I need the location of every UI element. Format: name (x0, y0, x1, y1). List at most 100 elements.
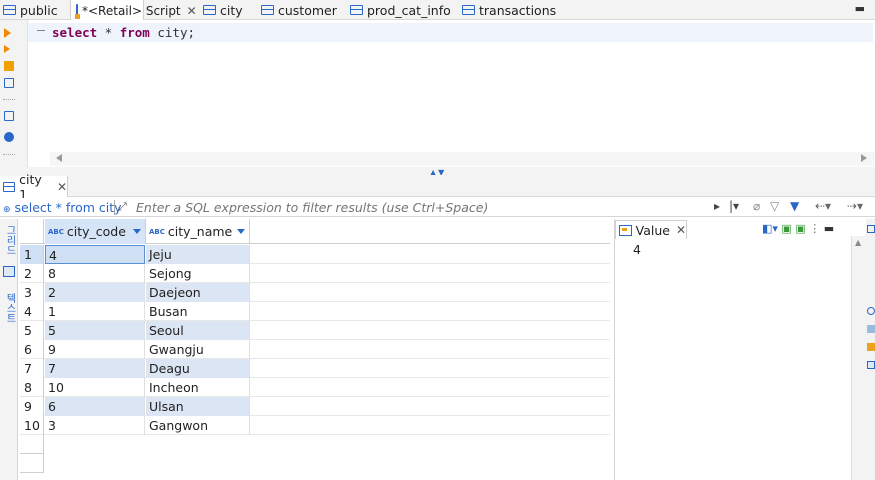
chart-icon[interactable] (867, 343, 875, 351)
table-row[interactable]: 9 6 Ulsan (20, 397, 610, 416)
selected-cell-value[interactable]: 4 (633, 242, 641, 257)
close-icon[interactable]: ✕ (187, 4, 197, 18)
panel-splitter[interactable]: ▲▼ (0, 167, 875, 177)
tab-public[interactable]: public (3, 0, 58, 20)
cell-city-code[interactable]: 6 (45, 397, 145, 416)
grid-settings-icon[interactable] (867, 325, 875, 333)
close-icon[interactable]: ✕ (676, 223, 686, 237)
save-to-file-icon[interactable]: ▣ (795, 222, 805, 235)
minimize-icon[interactable]: ▬ (855, 2, 865, 15)
scroll-left-icon[interactable] (56, 154, 62, 162)
table-row[interactable]: 1 4 Jeju (20, 245, 610, 264)
sort-dropdown-icon[interactable] (133, 229, 141, 234)
cell-city-name[interactable]: Seoul (146, 321, 250, 340)
cell-city-name[interactable]: Ulsan (146, 397, 250, 416)
history-icon[interactable] (4, 78, 14, 88)
sql-editor[interactable]: select * from city; (28, 20, 875, 172)
table-row[interactable]: 7 7 Deagu (20, 359, 610, 378)
grid-mode-label[interactable]: 그리드 (2, 225, 16, 255)
panel-icon[interactable] (867, 225, 875, 233)
sort-dropdown-icon[interactable] (237, 229, 245, 234)
row-number[interactable]: 5 (20, 321, 44, 340)
table-icon (350, 5, 363, 15)
cell-city-name[interactable]: Incheon (146, 378, 250, 397)
tab-prod-cat-info[interactable]: prod_cat_info (350, 0, 451, 20)
row-number[interactable]: 7 (20, 359, 44, 378)
content-viewer-icon[interactable]: ◧▾ (762, 222, 778, 235)
clear-filter-icon[interactable]: ⌀ (753, 199, 760, 213)
table-row[interactable]: 4 1 Busan (20, 302, 610, 321)
cell-city-code[interactable]: 10 (45, 378, 145, 397)
row-number[interactable]: 8 (20, 378, 44, 397)
tab-retail-script[interactable]: *<Retail> Script ✕ (70, 0, 197, 21)
row-number[interactable]: 9 (20, 397, 44, 416)
panels-icon[interactable] (867, 361, 875, 369)
close-icon[interactable]: ✕ (57, 180, 67, 194)
column-header-city-name[interactable]: ABC city_name (146, 219, 250, 244)
scroll-up-icon[interactable]: ▲ (855, 238, 861, 247)
editor-horizontal-scrollbar[interactable] (50, 152, 875, 166)
filter-settings-icon[interactable]: ▽ (770, 199, 779, 213)
table-row[interactable]: 6 9 Gwangju (20, 340, 610, 359)
row-number[interactable]: 1 (20, 245, 44, 264)
view-mode-strip: 그리드 텍스트 (0, 219, 18, 480)
code-text: * (97, 25, 120, 40)
minimize-icon[interactable]: ▬ (824, 222, 834, 235)
tab-city[interactable]: city (203, 0, 243, 20)
table-row[interactable]: 10 3 Gangwon (20, 416, 610, 435)
table-row[interactable]: 3 2 Daejeon (20, 283, 610, 302)
cell-city-name[interactable]: Daejeon (146, 283, 250, 302)
tab-customer[interactable]: customer (261, 0, 337, 20)
cell-city-name[interactable]: Gangwon (146, 416, 250, 435)
cell-city-name[interactable]: Deagu (146, 359, 250, 378)
cell-city-name[interactable]: Sejong (146, 264, 250, 283)
cell-city-code[interactable]: 8 (45, 264, 145, 283)
grid-icon[interactable] (3, 266, 15, 277)
row-number[interactable]: 4 (20, 302, 44, 321)
row-number[interactable]: 10 (20, 416, 44, 435)
row-number[interactable]: 6 (20, 340, 44, 359)
cell-city-code[interactable]: 7 (45, 359, 145, 378)
execute-script-icon[interactable] (4, 45, 10, 53)
filter-icon[interactable]: ▼ (790, 199, 799, 213)
table-row[interactable]: 5 5 Seoul (20, 321, 610, 340)
expand-icon[interactable]: ⤢ (118, 200, 127, 214)
execute-statement-icon[interactable] (4, 28, 11, 38)
table-row[interactable]: 2 8 Sejong (20, 264, 610, 283)
column-label: city_code (66, 224, 126, 239)
cell-city-name[interactable]: Gwangju (146, 340, 250, 359)
terminal-icon[interactable] (4, 111, 14, 121)
text-mode-label[interactable]: 텍스트 (2, 293, 16, 323)
cell-city-code[interactable]: 4 (45, 245, 145, 264)
value-panel-scrollbar[interactable]: ▲ (851, 236, 867, 480)
query-label[interactable]: ⊕ select * from city (3, 200, 122, 215)
scroll-right-icon[interactable] (861, 154, 867, 162)
cell-city-code[interactable]: 2 (45, 283, 145, 302)
cell-city-name[interactable]: Busan (146, 302, 250, 321)
tab-label: city (220, 2, 243, 18)
cell-city-name[interactable]: Jeju (146, 245, 250, 264)
tab-value[interactable]: Value ✕ (615, 220, 687, 239)
cell-city-code[interactable]: 3 (45, 416, 145, 435)
explain-plan-icon[interactable] (4, 61, 14, 71)
more-icon[interactable]: ⋮ (809, 222, 820, 235)
gear-icon[interactable] (4, 132, 14, 142)
row-number[interactable]: 2 (20, 264, 44, 283)
cell-city-code[interactable]: 9 (45, 340, 145, 359)
save-icon[interactable]: ▣ (781, 222, 791, 235)
sql-code-line[interactable]: select * from city; (52, 25, 195, 40)
row-number[interactable]: 3 (20, 283, 44, 302)
filter-input[interactable] (136, 199, 706, 216)
column-header-city-code[interactable]: ABC city_code (45, 219, 146, 244)
cell-city-code[interactable]: 5 (45, 321, 145, 340)
play-icon[interactable]: ▸ (714, 199, 720, 213)
row-number-header[interactable] (20, 219, 44, 244)
tab-transactions[interactable]: transactions (462, 0, 556, 20)
table-row[interactable]: 8 10 Incheon (20, 378, 610, 397)
tab-city-results[interactable]: city 1 ✕ (0, 172, 68, 202)
back-icon[interactable]: ⇠▾ (815, 199, 831, 213)
forward-icon[interactable]: ⇢▾ (847, 199, 863, 213)
refresh-icon[interactable] (867, 307, 875, 315)
filter-history-dropdown-icon[interactable]: |▾ (729, 199, 739, 213)
cell-city-code[interactable]: 1 (45, 302, 145, 321)
